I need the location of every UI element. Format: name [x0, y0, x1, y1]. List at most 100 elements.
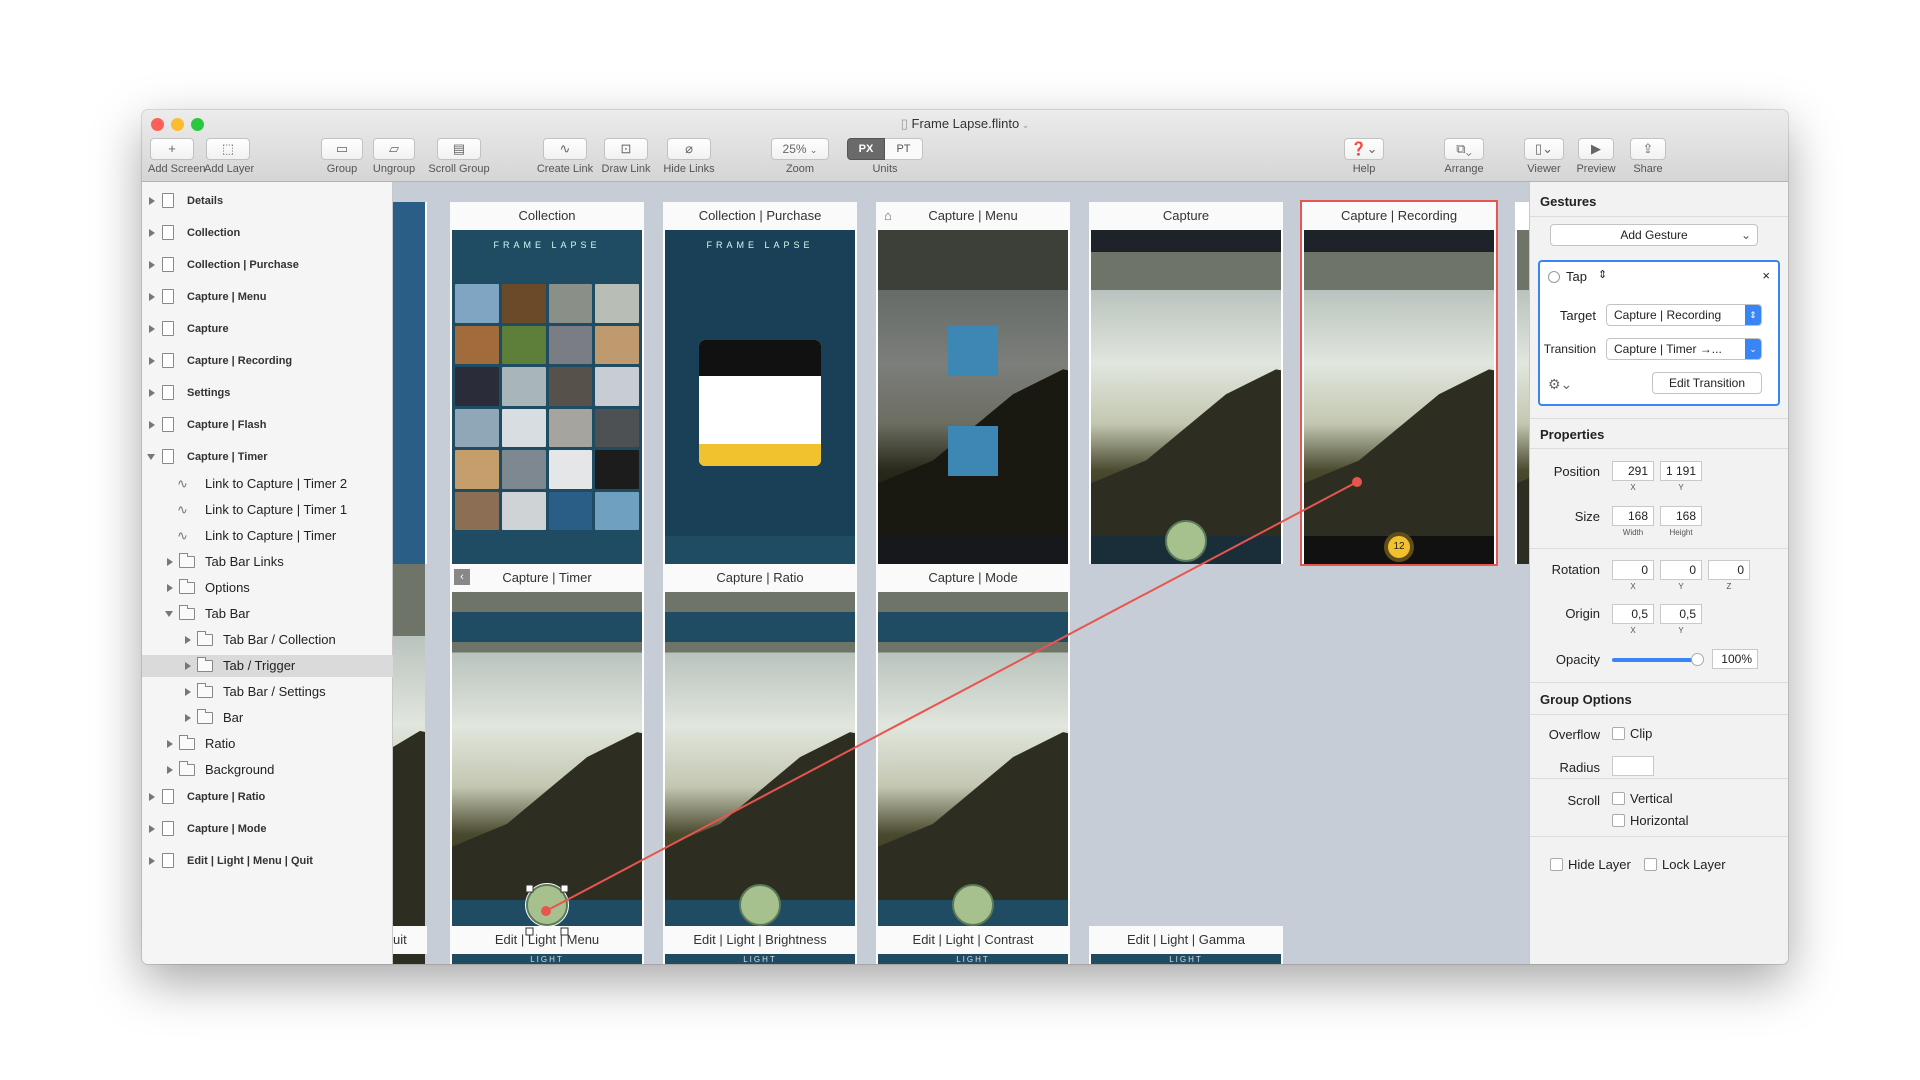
chevron-updown-icon[interactable]: ⇕	[1598, 268, 1607, 281]
disclosure-triangle-icon[interactable]	[167, 740, 173, 748]
gear-icon[interactable]: ⚙⌄	[1548, 376, 1572, 393]
opacity-field[interactable]: 100%	[1712, 649, 1758, 669]
width-field[interactable]: 168	[1612, 506, 1654, 526]
edit-transition-button[interactable]: Edit Transition	[1652, 372, 1762, 394]
group-button[interactable]: ▭ Group	[320, 138, 364, 175]
layer-row[interactable]: Capture | Menu	[142, 286, 393, 308]
overflow-label: Overflow	[1548, 727, 1600, 742]
layer-row[interactable]: Capture | Recording	[142, 350, 393, 372]
ungroup-button[interactable]: ▱ Ungroup	[370, 138, 418, 175]
position-x-field[interactable]: 291	[1612, 461, 1654, 481]
layer-row[interactable]: Capture | Ratio	[142, 786, 393, 808]
layer-row[interactable]: ∿ Link to Capture | Timer 1	[142, 499, 393, 521]
disclosure-triangle-icon[interactable]	[149, 261, 155, 269]
vertical-checkbox[interactable]	[1612, 792, 1625, 805]
opacity-slider[interactable]	[1612, 653, 1704, 666]
selection-handle[interactable]	[560, 884, 569, 893]
arrange-button[interactable]: ⧉⌄ Arrange	[1440, 138, 1488, 175]
size-label: Size	[1574, 509, 1600, 524]
position-y-field[interactable]: 1 191	[1660, 461, 1702, 481]
selection-handle[interactable]	[560, 927, 569, 936]
disclosure-triangle-icon[interactable]	[149, 421, 155, 429]
origin-y-field[interactable]: 0,5	[1660, 604, 1702, 624]
chevron-down-icon: ⌄	[1745, 339, 1761, 359]
selection-handle[interactable]	[525, 927, 534, 936]
preview-button[interactable]: ▶ Preview	[1574, 138, 1618, 175]
layer-row-selected[interactable]: Tab / Trigger	[142, 655, 393, 677]
disclosure-triangle-icon[interactable]	[167, 558, 173, 566]
chevron-down-icon[interactable]: ⌄	[1019, 120, 1030, 130]
lock-layer-checkbox[interactable]	[1644, 858, 1657, 871]
layer-row[interactable]: Collection | Purchase	[142, 254, 393, 276]
scroll-group-button[interactable]: ▤ Scroll Group	[428, 138, 490, 175]
disclosure-triangle-icon[interactable]	[167, 766, 173, 774]
layer-row[interactable]: Capture	[142, 318, 393, 340]
rotation-z-field[interactable]: 0	[1708, 560, 1750, 580]
unit-pt-button[interactable]: PT	[885, 138, 923, 160]
transition-select[interactable]: Capture | Timer →... ⌄	[1606, 338, 1762, 360]
disclosure-triangle-icon[interactable]	[167, 584, 173, 592]
layer-row[interactable]: Tab Bar Links	[142, 551, 393, 573]
unit-px-button[interactable]: PX	[847, 138, 885, 160]
layer-row[interactable]: Options	[142, 577, 393, 599]
layer-row[interactable]: Settings	[142, 382, 393, 404]
layer-row[interactable]: Bar	[142, 707, 393, 729]
share-button[interactable]: ⇪ Share	[1626, 138, 1670, 175]
layer-row[interactable]: Tab Bar / Settings	[142, 681, 393, 703]
layer-row[interactable]: Capture | Mode	[142, 818, 393, 840]
create-link-button[interactable]: ∿ Create Link	[536, 138, 594, 175]
canvas[interactable]: uit Collection FRAME LAPSE Collection | …	[393, 182, 1529, 964]
disclosure-triangle-icon[interactable]	[149, 229, 155, 237]
layer-row[interactable]: Details	[142, 190, 393, 212]
disclosure-triangle-icon[interactable]	[149, 793, 155, 801]
disclosure-triangle-icon[interactable]	[149, 825, 155, 833]
disclosure-triangle-icon[interactable]	[185, 714, 191, 722]
selection-handle[interactable]	[525, 884, 534, 893]
hide-links-button[interactable]: ⌀ Hide Links	[660, 138, 718, 175]
layer-row[interactable]: Edit | Light | Menu | Quit	[142, 850, 393, 872]
disclosure-triangle-icon[interactable]	[185, 688, 191, 696]
disclosure-triangle-icon[interactable]	[185, 662, 191, 670]
height-field[interactable]: 168	[1660, 506, 1702, 526]
rotation-y-field[interactable]: 0	[1660, 560, 1702, 580]
disclosure-triangle-icon[interactable]	[149, 325, 155, 333]
layer-row[interactable]: Capture | Flash	[142, 414, 393, 436]
window-title: ▯ Frame Lapse.flinto ⌄	[900, 116, 1030, 131]
target-select[interactable]: Capture | Recording ⇕	[1606, 304, 1762, 326]
draw-link-button[interactable]: ⊡ Draw Link	[600, 138, 652, 175]
layer-row[interactable]: ∿ Link to Capture | Timer 2	[142, 473, 393, 495]
target-label: Target	[1559, 308, 1596, 323]
radius-field[interactable]	[1612, 756, 1654, 776]
hide-layer-checkbox[interactable]	[1550, 858, 1563, 871]
horizontal-checkbox[interactable]	[1612, 814, 1625, 827]
disclosure-triangle-icon[interactable]	[149, 293, 155, 301]
layer-row[interactable]: Ratio	[142, 733, 393, 755]
gesture-radio[interactable]	[1548, 271, 1560, 283]
layer-row[interactable]: Tab Bar / Collection	[142, 629, 393, 651]
opacity-slider-knob[interactable]	[1691, 653, 1704, 666]
layer-row[interactable]: Tab Bar	[142, 603, 393, 625]
clip-checkbox[interactable]	[1612, 727, 1625, 740]
disclosure-triangle-icon[interactable]	[185, 636, 191, 644]
zoom-select[interactable]: 25% ⌄	[771, 138, 829, 160]
disclosure-triangle-icon[interactable]	[149, 197, 155, 205]
gesture-type-label[interactable]: Tap	[1566, 269, 1587, 284]
close-icon[interactable]: ×	[1762, 268, 1770, 283]
disclosure-triangle-icon[interactable]	[149, 389, 155, 397]
add-gesture-button[interactable]: Add Gesture ⌄	[1550, 224, 1758, 246]
help-button[interactable]: ❓⌄ Help	[1342, 138, 1386, 175]
disclosure-triangle-icon[interactable]	[147, 454, 155, 460]
rotation-x-field[interactable]: 0	[1612, 560, 1654, 580]
disclosure-triangle-icon[interactable]	[149, 857, 155, 865]
disclosure-triangle-icon[interactable]	[149, 357, 155, 365]
layer-row[interactable]: Collection	[142, 222, 393, 244]
layer-row[interactable]: ∿ Link to Capture | Timer	[142, 525, 393, 547]
help-label: Help	[1352, 163, 1376, 175]
origin-x-field[interactable]: 0,5	[1612, 604, 1654, 624]
layer-row[interactable]: Capture | Timer	[142, 446, 393, 468]
disclosure-triangle-icon[interactable]	[165, 611, 173, 617]
viewer-button[interactable]: ▯⌄ Viewer	[1522, 138, 1566, 175]
add-layer-button[interactable]: ⬚ Add Layer	[204, 138, 254, 175]
layer-row[interactable]: Background	[142, 759, 393, 781]
add-screen-button[interactable]: + Add Screen	[148, 138, 205, 175]
